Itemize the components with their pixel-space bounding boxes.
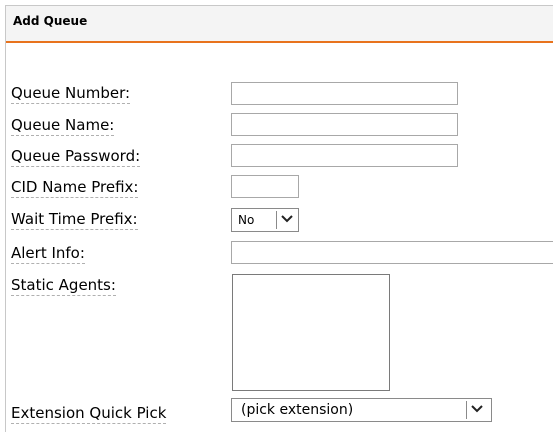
panel-header: Add Queue [6,6,553,43]
cid-name-prefix-input[interactable] [231,175,299,198]
static-agents-textarea[interactable] [232,274,390,391]
queue-password-label: Queue Password: [11,147,141,167]
alert-info-label: Alert Info: [11,244,85,264]
extension-quick-pick-label: Extension Quick Pick [11,404,167,424]
cid-name-prefix-label: CID Name Prefix: [11,178,139,198]
queue-password-input[interactable] [231,144,458,167]
extension-quick-pick-value: (pick extension) [241,402,354,418]
static-agents-label: Static Agents: [11,276,116,296]
queue-name-input[interactable] [231,113,458,136]
extension-quick-pick-dropdown-button[interactable] [466,401,488,419]
wait-time-prefix-select[interactable]: No [231,208,299,232]
alert-info-input[interactable] [231,241,553,264]
chevron-down-icon [281,215,293,223]
queue-number-label: Queue Number: [11,84,131,104]
page-title: Add Queue [13,14,88,28]
wait-time-prefix-value: No [238,213,255,227]
wait-time-prefix-dropdown-button[interactable] [276,211,296,229]
extension-quick-pick-select[interactable]: (pick extension) [231,398,492,422]
chevron-down-icon [471,405,483,413]
queue-number-input[interactable] [231,82,458,105]
wait-time-prefix-label: Wait Time Prefix: [11,210,138,230]
queue-name-label: Queue Name: [11,116,115,136]
